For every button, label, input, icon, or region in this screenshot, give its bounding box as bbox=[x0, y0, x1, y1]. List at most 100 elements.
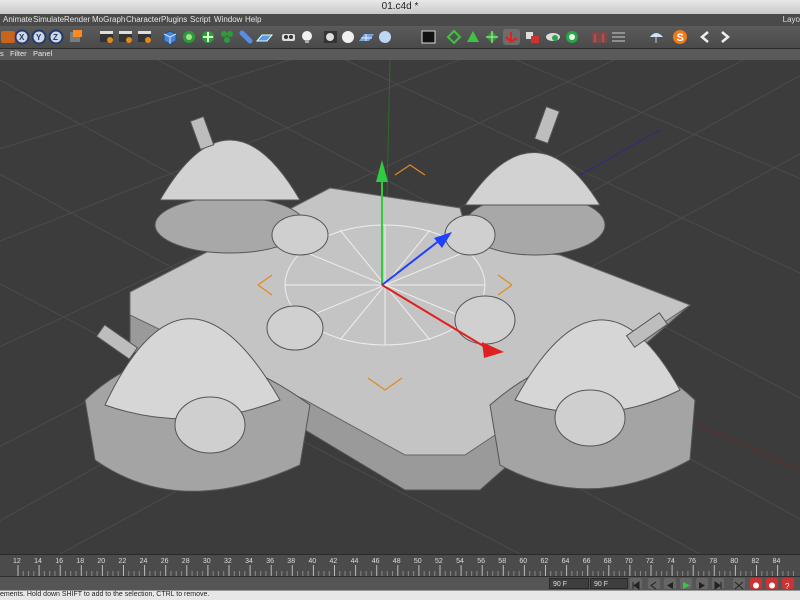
max-frame-field[interactable]: 90 F bbox=[590, 578, 628, 589]
next-arrow-icon[interactable] bbox=[716, 29, 733, 45]
menu-render[interactable]: Render bbox=[64, 15, 90, 24]
bend-deformer-icon[interactable] bbox=[181, 29, 198, 45]
timeline-tick-label: 36 bbox=[266, 558, 274, 565]
playback-controls: 90 F 90 F ? bbox=[0, 576, 800, 591]
status-text: ements. Hold down SHIFT to add to the se… bbox=[0, 591, 210, 598]
umbrella-icon[interactable] bbox=[648, 29, 665, 45]
cloth-icon[interactable] bbox=[591, 29, 608, 45]
timeline-tick-label: 76 bbox=[688, 558, 696, 565]
menu-mograph[interactable]: MoGraph bbox=[92, 15, 125, 24]
timeline-tick-label: 58 bbox=[498, 558, 506, 565]
timeline-tick-label: 54 bbox=[456, 558, 464, 565]
texture-icon[interactable] bbox=[465, 29, 482, 45]
timeline-tick-label: 80 bbox=[730, 558, 738, 565]
timeline-tick-label: 70 bbox=[625, 558, 633, 565]
layout-label[interactable]: Layo bbox=[783, 15, 800, 24]
menu-plugins[interactable]: Plugins bbox=[161, 15, 187, 24]
sky-icon[interactable] bbox=[322, 29, 339, 45]
coord-system-icon[interactable] bbox=[67, 29, 84, 45]
camera-icon[interactable] bbox=[280, 29, 297, 45]
menu-animate[interactable]: Animate bbox=[3, 15, 32, 24]
timeline-tick-label: 34 bbox=[245, 558, 253, 565]
array-icon[interactable] bbox=[219, 29, 236, 45]
light-icon[interactable] bbox=[299, 29, 316, 45]
svg-text:Z: Z bbox=[53, 33, 58, 42]
prev-frame-button[interactable] bbox=[664, 578, 676, 589]
timeline-tick-label: 44 bbox=[351, 558, 359, 565]
script-s-icon[interactable]: S bbox=[672, 29, 689, 45]
timeline-tick-label: 42 bbox=[330, 558, 338, 565]
timeline-ruler[interactable]: 12 14 16 18 20 22 24 26 28 30 32 34 36 38 40 42 44 46 48 50… bbox=[0, 554, 800, 577]
render-view-icon[interactable] bbox=[98, 29, 115, 45]
viewport-canvas bbox=[0, 60, 800, 554]
prev-key-button[interactable] bbox=[648, 578, 660, 590]
autokey-button[interactable] bbox=[766, 578, 778, 589]
svg-text:X: X bbox=[19, 33, 25, 42]
workplane-icon[interactable] bbox=[420, 29, 437, 45]
render-settings-icon[interactable] bbox=[136, 29, 153, 45]
timeline-tick-label: 26 bbox=[161, 558, 169, 565]
timeline-tick-label: 30 bbox=[203, 558, 211, 565]
axis-tool-icon[interactable] bbox=[446, 29, 463, 45]
grid-icon[interactable] bbox=[545, 29, 562, 45]
goto-start-button[interactable] bbox=[630, 578, 642, 590]
timeline-tick-label: 50 bbox=[414, 558, 422, 565]
environment-icon[interactable] bbox=[340, 29, 357, 45]
3d-viewport[interactable] bbox=[0, 60, 800, 554]
svg-text:S: S bbox=[677, 32, 684, 44]
main-toolbar: X Y Z S bbox=[0, 26, 800, 49]
capsule-icon[interactable] bbox=[238, 29, 255, 45]
uv-icon[interactable] bbox=[484, 29, 501, 45]
axis-x-icon[interactable]: X bbox=[14, 29, 31, 45]
timeline-tick-label: 46 bbox=[372, 558, 380, 565]
snap-icon[interactable] bbox=[377, 29, 394, 45]
motion-record-icon[interactable] bbox=[564, 29, 581, 45]
axis-z-icon[interactable]: Z bbox=[48, 29, 65, 45]
view-menu-filter[interactable]: Filter bbox=[10, 49, 27, 58]
svg-text:Y: Y bbox=[36, 33, 42, 42]
view-menu-panel[interactable]: Panel bbox=[33, 49, 52, 58]
play-button[interactable] bbox=[680, 578, 692, 589]
end-frame-field[interactable]: 90 F bbox=[549, 578, 589, 589]
timeline-tick-label: 38 bbox=[287, 558, 295, 565]
timeline-tick-label: 62 bbox=[541, 558, 549, 565]
edge-icon[interactable] bbox=[503, 29, 520, 45]
timeline-tick-label: 66 bbox=[583, 558, 591, 565]
dome-back-right bbox=[444, 105, 606, 256]
view-menu-item[interactable]: s bbox=[0, 49, 4, 58]
timeline-tick-label: 22 bbox=[119, 558, 127, 565]
keyframe-help-button[interactable]: ? bbox=[782, 578, 794, 591]
timeline-tick-label: 74 bbox=[667, 558, 675, 565]
timeline-tick-label: 20 bbox=[97, 558, 105, 565]
nurbs-icon[interactable] bbox=[200, 29, 217, 45]
timeline-tick-label: 48 bbox=[393, 558, 401, 565]
floor-icon[interactable] bbox=[256, 29, 273, 45]
timeline-tick-label: 72 bbox=[646, 558, 654, 565]
menu-script[interactable]: Script bbox=[190, 15, 210, 24]
next-frame-button[interactable] bbox=[696, 578, 708, 589]
timeline-tick-label: 16 bbox=[55, 558, 63, 565]
menu-character[interactable]: Character bbox=[126, 15, 161, 24]
timeline-tick-label: 12 bbox=[13, 558, 21, 565]
timeline-tick-label: 18 bbox=[76, 558, 84, 565]
timeline-tick-label: 24 bbox=[140, 558, 148, 565]
timeline-tick-label: 40 bbox=[308, 558, 316, 565]
render-picture-viewer-icon[interactable] bbox=[117, 29, 134, 45]
menu-help[interactable]: Help bbox=[245, 15, 261, 24]
timeline-tick-label: 82 bbox=[752, 558, 760, 565]
loop-button[interactable] bbox=[733, 578, 745, 590]
record-button[interactable] bbox=[750, 578, 762, 589]
axis-y-icon[interactable]: Y bbox=[31, 29, 48, 45]
window-titlebar: 01.c4d * bbox=[0, 0, 800, 15]
display-mode-icon[interactable] bbox=[358, 29, 375, 45]
dome-back-left bbox=[154, 115, 329, 256]
deformer-grid-icon[interactable] bbox=[610, 29, 627, 45]
sphere-icon[interactable] bbox=[524, 29, 541, 45]
timeline-tick-label: 32 bbox=[224, 558, 232, 565]
prev-arrow-icon[interactable] bbox=[697, 29, 714, 45]
menu-simulate[interactable]: Simulate bbox=[33, 15, 64, 24]
cube-primitive-icon[interactable] bbox=[162, 29, 179, 45]
menu-window[interactable]: Window bbox=[214, 15, 242, 24]
goto-end-button[interactable] bbox=[712, 578, 724, 590]
timeline-tick-label: 14 bbox=[34, 558, 42, 565]
